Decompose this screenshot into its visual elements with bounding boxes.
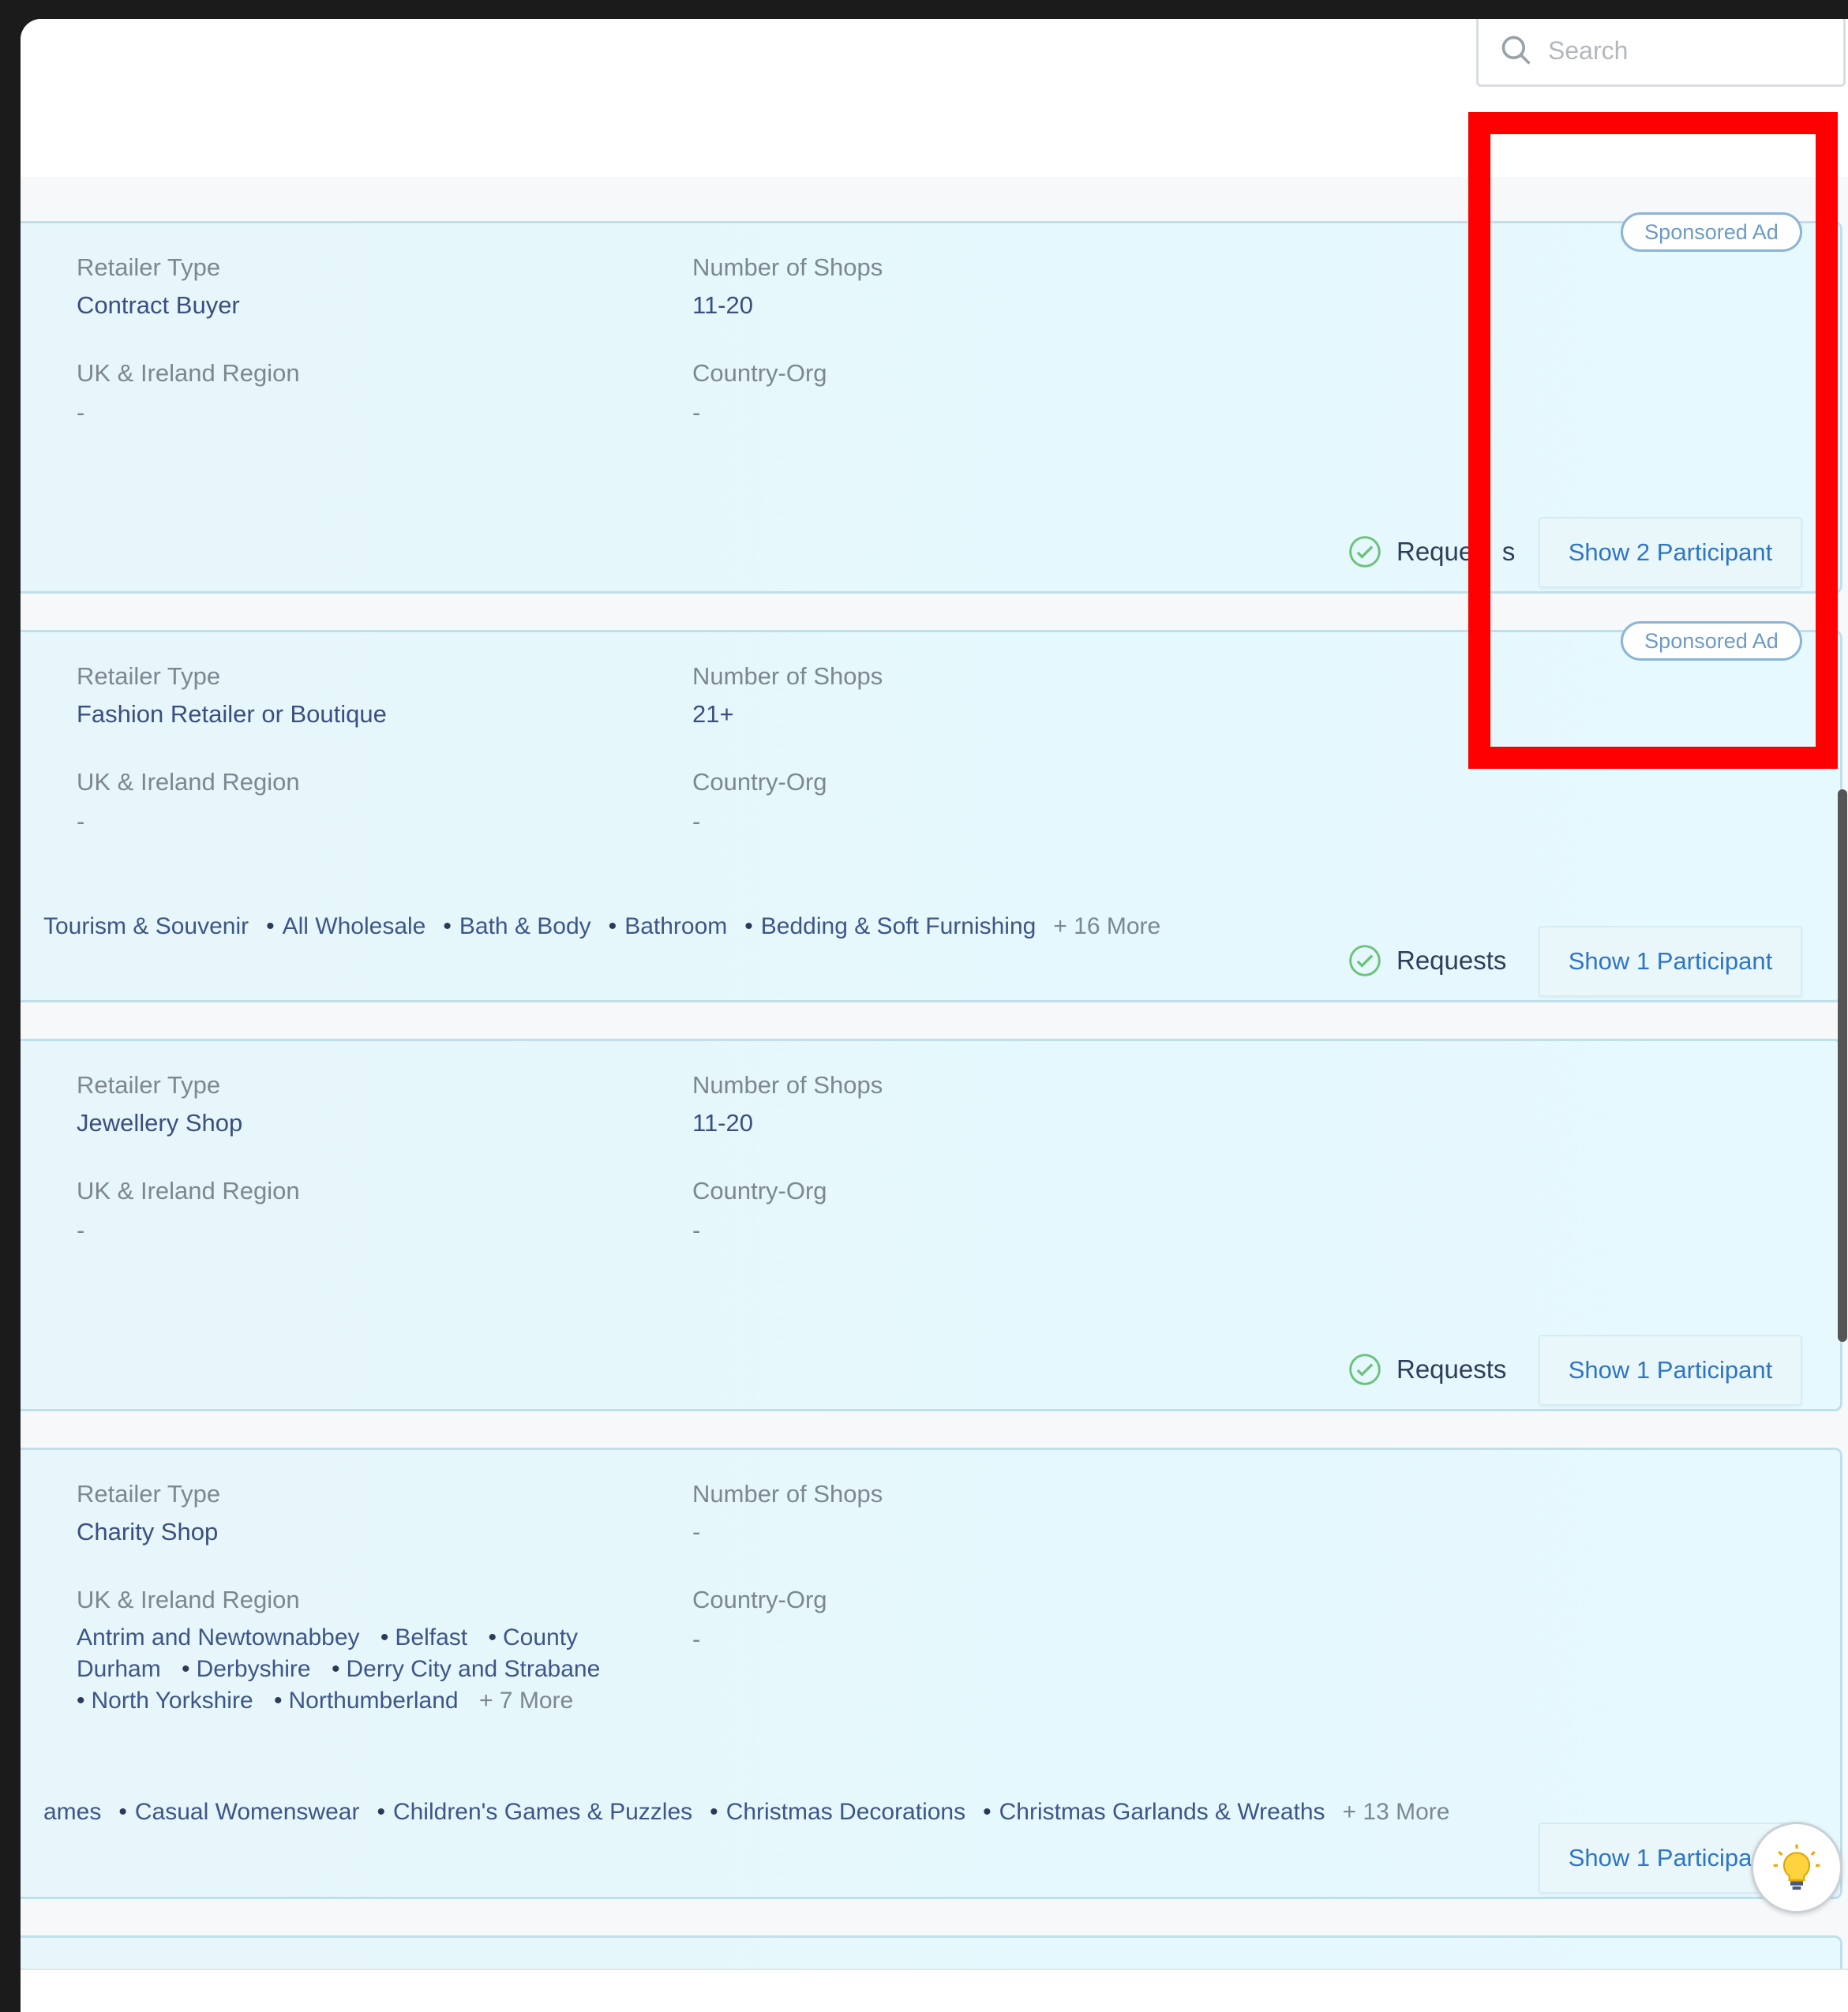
country-org-value: - <box>692 1625 701 1653</box>
category-tag[interactable]: Bath & Body <box>443 913 591 940</box>
footer-bar <box>21 1969 1848 2012</box>
requests-indicator: Requests <box>1348 943 1506 978</box>
scrollbar[interactable] <box>1838 789 1847 1342</box>
show-participant-button[interactable]: Show 1 Participant <box>1539 1335 1802 1406</box>
number-of-shops-value: - <box>692 1518 701 1546</box>
region-tag[interactable]: North Yorkshire <box>77 1688 253 1714</box>
show-participant-button[interactable]: Show 1 Participant <box>1539 926 1802 997</box>
region-tag[interactable]: Derbyshire <box>182 1656 311 1682</box>
number-of-shops-label: Number of Shops <box>692 662 883 690</box>
retailer-type-label: Retailer Type <box>77 1480 221 1508</box>
number-of-shops-label: Number of Shops <box>692 1071 883 1099</box>
annotation-highlight-box <box>1468 112 1838 769</box>
retailer-type-value: Fashion Retailer or Boutique <box>77 700 387 728</box>
country-org-label: Country-Org <box>692 1586 827 1613</box>
category-tag[interactable]: Christmas Garlands & Wreaths <box>983 1799 1325 1826</box>
country-org-label: Country-Org <box>692 1177 827 1205</box>
requests-indicator: Requests <box>1348 1352 1506 1387</box>
number-of-shops-label: Number of Shops <box>692 1480 883 1508</box>
region-list: Antrim and Newtownabbey Belfast County D… <box>77 1622 629 1717</box>
number-of-shops-value: 11-20 <box>692 1109 753 1137</box>
lightbulb-icon <box>1773 1844 1820 1890</box>
region-label: UK & Ireland Region <box>77 1177 300 1205</box>
retailer-type-value: Jewellery Shop <box>77 1109 243 1137</box>
region-label: UK & Ireland Region <box>77 768 300 796</box>
number-of-shops-label: Number of Shops <box>692 253 883 281</box>
requests-label: Requests <box>1396 1354 1507 1384</box>
region-tag[interactable]: Belfast <box>380 1624 467 1650</box>
country-org-label: Country-Org <box>692 359 827 387</box>
more-categories-link[interactable]: + 16 More <box>1053 913 1160 940</box>
category-tags: ames Casual Womenswear Children's Games … <box>43 1799 1449 1826</box>
retailer-card: Retailer Type Charity Shop Number of Sho… <box>21 1448 1842 1899</box>
number-of-shops-value: 11-20 <box>692 291 753 319</box>
search-input[interactable]: Search <box>1476 19 1846 87</box>
region-label: UK & Ireland Region <box>77 359 300 387</box>
category-tags: Tourism & Souvenir All Wholesale Bath & … <box>43 913 1160 940</box>
category-tag[interactable]: Casual Womenswear <box>118 1799 360 1826</box>
category-tag[interactable]: Bathroom <box>609 913 727 940</box>
help-button[interactable] <box>1751 1822 1842 1913</box>
country-org-value: - <box>692 1216 701 1244</box>
number-of-shops-value: 21+ <box>692 700 734 728</box>
retailer-type-label: Retailer Type <box>77 253 221 281</box>
category-tag[interactable]: Children's Games & Puzzles <box>377 1799 692 1826</box>
more-regions-link[interactable]: + 7 More <box>479 1688 573 1714</box>
check-circle-icon <box>1349 536 1381 568</box>
search-placeholder: Search <box>1548 36 1629 65</box>
category-tag[interactable]: Tourism & Souvenir <box>43 913 249 940</box>
requests-label: Requests <box>1396 946 1507 975</box>
country-org-value: - <box>692 399 701 426</box>
retailer-type-label: Retailer Type <box>77 1071 221 1099</box>
region-value: - <box>77 807 85 835</box>
retailer-type-value: Charity Shop <box>77 1518 219 1546</box>
check-circle-icon <box>1349 1354 1381 1385</box>
region-tag[interactable]: Northumberland <box>274 1688 459 1714</box>
retailer-card: Retailer Type Jewellery Shop Number of S… <box>21 1039 1842 1411</box>
search-icon <box>1501 36 1531 65</box>
country-org-value: - <box>692 807 701 835</box>
check-circle-icon <box>1349 945 1381 976</box>
retailer-type-label: Retailer Type <box>77 662 221 690</box>
category-tag[interactable]: Bedding & Soft Furnishing <box>744 913 1036 940</box>
region-tag[interactable]: Derry City and Strabane <box>332 1656 600 1682</box>
category-tag[interactable]: ames <box>43 1799 101 1826</box>
region-label: UK & Ireland Region <box>77 1586 300 1613</box>
category-tag[interactable]: Christmas Decorations <box>710 1799 965 1826</box>
more-categories-link[interactable]: + 13 More <box>1343 1799 1450 1826</box>
retailer-type-value: Contract Buyer <box>77 291 240 319</box>
region-tag[interactable]: Antrim and Newtownabbey <box>77 1624 360 1650</box>
country-org-label: Country-Org <box>692 768 827 796</box>
region-value: - <box>77 1216 85 1244</box>
category-tag[interactable]: All Wholesale <box>266 913 426 940</box>
region-value: - <box>77 399 85 426</box>
